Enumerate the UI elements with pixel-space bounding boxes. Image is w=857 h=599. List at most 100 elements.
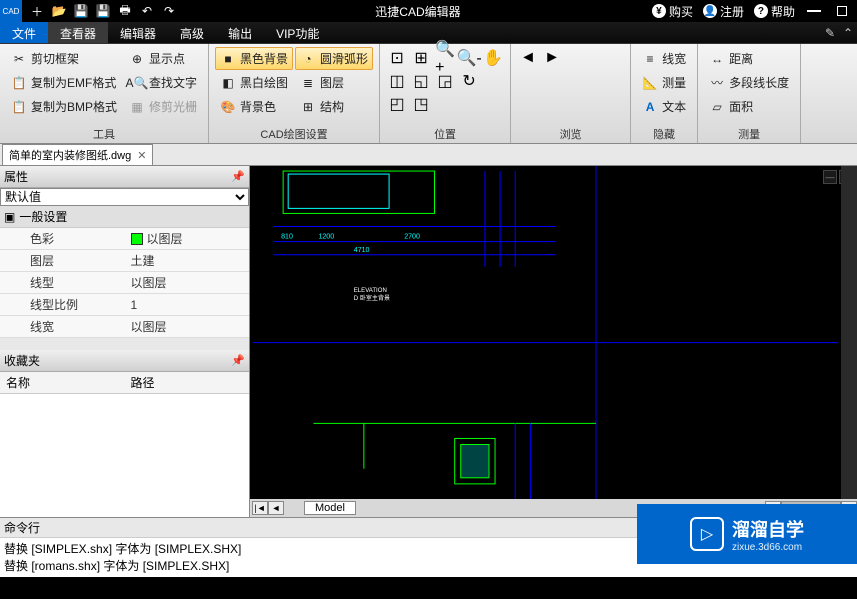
text-button[interactable]: A文本 xyxy=(637,95,691,118)
layers-icon: ≣ xyxy=(300,75,316,91)
bw-icon: ◧ xyxy=(220,75,236,91)
nav3-icon[interactable]: ◲ xyxy=(434,70,456,92)
structure-button[interactable]: ⊞结构 xyxy=(295,95,373,118)
tab-prev-icon[interactable]: ◄ xyxy=(268,501,284,515)
col-name[interactable]: 名称 xyxy=(0,372,125,393)
measure-button[interactable]: 📐测量 xyxy=(637,71,691,94)
zoom-extents-icon[interactable]: ⊞ xyxy=(410,47,432,69)
close-tab-icon[interactable]: ✕ xyxy=(137,149,146,162)
bg-color-button[interactable]: 🎨背景色 xyxy=(215,95,293,118)
selection-combo[interactable]: 默认值 xyxy=(0,188,249,206)
maximize-button[interactable] xyxy=(833,2,851,20)
black-bg-button[interactable]: ■黑色背景 xyxy=(215,47,293,70)
zoom-in-icon[interactable]: 🔍+ xyxy=(434,47,456,69)
ribbon-group-cad: ■黑色背景 ◧黑白绘图 🎨背景色 ◔圆滑弧形 ≣图层 ⊞结构 CAD绘图设置 xyxy=(209,44,380,143)
print-icon[interactable]: 🖶 xyxy=(116,2,134,20)
pin-icon[interactable]: 📌 xyxy=(231,170,245,183)
title-bar: CAD ＋ 📂 💾 💾 🖶 ↶ ↷ 迅捷CAD编辑器 ¥ 购买 👤 注册 ? 帮… xyxy=(0,0,857,22)
side-panel: 属性 📌 默认值 ▣一般设置 色彩以图层 图层土建 线型以图层 线型比例1 线宽… xyxy=(0,166,250,517)
tab-editor[interactable]: 编辑器 xyxy=(108,22,168,43)
prop-row-color[interactable]: 色彩以图层 xyxy=(0,228,249,250)
bw-draw-button[interactable]: ◧黑白绘图 xyxy=(215,71,293,94)
prop-row-linewidth[interactable]: 线宽以图层 xyxy=(0,316,249,338)
svg-text:2700: 2700 xyxy=(404,234,420,241)
nav6-icon[interactable]: ◳ xyxy=(410,93,432,115)
tab-viewer[interactable]: 查看器 xyxy=(48,22,108,43)
area-button[interactable]: ▱面积 xyxy=(704,95,794,118)
favorites-header: 收藏夹 📌 xyxy=(0,350,249,372)
nav2-icon[interactable]: ◱ xyxy=(410,70,432,92)
tab-file[interactable]: 文件 xyxy=(0,22,48,43)
open-icon[interactable]: 📂 xyxy=(50,2,68,20)
clip-frame-button[interactable]: ✂剪切框架 xyxy=(6,47,122,70)
pencil-icon[interactable]: ✎ xyxy=(821,22,839,43)
drawing-canvas[interactable]: — □ 810 1200 2700 4 xyxy=(250,166,857,517)
zoom-window-icon[interactable]: ⊡ xyxy=(386,47,408,69)
prop-row-linetype[interactable]: 线型以图层 xyxy=(0,272,249,294)
browse-next-icon[interactable]: ► xyxy=(541,47,563,69)
play-icon: ▷ xyxy=(690,517,724,551)
favorites-list[interactable] xyxy=(0,394,249,517)
group-label: 测量 xyxy=(704,124,794,142)
property-grid: ▣一般设置 色彩以图层 图层土建 线型以图层 线型比例1 线宽以图层 xyxy=(0,206,249,338)
collapse-ribbon-icon[interactable]: ⌃ xyxy=(839,22,857,43)
scissors-icon: ✂ xyxy=(11,51,27,67)
ribbon-group-hide: ≡线宽 📐测量 A文本 隐藏 xyxy=(631,44,698,143)
pan-icon[interactable]: ✋ xyxy=(482,47,504,69)
minimize-button[interactable] xyxy=(805,2,823,20)
save-all-icon[interactable]: 💾 xyxy=(94,2,112,20)
distance-button[interactable]: ↔距离 xyxy=(704,47,794,70)
save-icon[interactable]: 💾 xyxy=(72,2,90,20)
polyline-length-button[interactable]: 〰多段线长度 xyxy=(704,71,794,94)
copy-bmp-button[interactable]: 📋复制为BMP格式 xyxy=(6,95,122,118)
zoom-out-icon[interactable]: 🔍- xyxy=(458,47,480,69)
document-tab[interactable]: 简单的室内装修图纸.dwg ✕ xyxy=(2,144,153,165)
group-label: CAD绘图设置 xyxy=(215,124,373,142)
linewidth-icon: ≡ xyxy=(642,51,658,67)
tab-vip[interactable]: VIP功能 xyxy=(264,22,331,43)
find-text-button[interactable]: A🔍查找文字 xyxy=(124,71,202,94)
browse-prev-icon[interactable]: ◄ xyxy=(517,47,539,69)
layers-button[interactable]: ≣图层 xyxy=(295,71,373,94)
app-logo-icon: CAD xyxy=(0,0,22,22)
redo-icon[interactable]: ↷ xyxy=(160,2,178,20)
tab-output[interactable]: 输出 xyxy=(216,22,264,43)
document-name: 简单的室内装修图纸.dwg xyxy=(9,147,131,163)
document-tabs: 简单的室内装修图纸.dwg ✕ xyxy=(0,144,857,166)
watermark-badge: ▷ 溜溜自学 zixue.3d66.com xyxy=(637,504,857,564)
ruler-icon: 📐 xyxy=(642,75,658,91)
col-path[interactable]: 路径 xyxy=(125,372,161,393)
cad-drawing[interactable]: 810 1200 2700 4710 ELEVATION D 卧室主背景 xyxy=(250,166,841,499)
category-general[interactable]: ▣一般设置 xyxy=(0,206,249,228)
find-icon: A🔍 xyxy=(129,75,145,91)
help-button[interactable]: ? 帮助 xyxy=(754,3,795,20)
show-point-button[interactable]: ⊕显示点 xyxy=(124,47,202,70)
new-icon[interactable]: ＋ xyxy=(28,2,46,20)
emf-icon: 📋 xyxy=(11,75,27,91)
bmp-icon: 📋 xyxy=(11,99,27,115)
svg-text:ELEVATION: ELEVATION xyxy=(354,288,387,294)
buy-button[interactable]: ¥ 购买 xyxy=(652,3,693,20)
ribbon-group-position: ⊡⊞🔍+🔍-✋ ◫◱◲↻ ◰◳ 位置 xyxy=(380,44,511,143)
svg-text:810: 810 xyxy=(281,234,293,241)
undo-icon[interactable]: ↶ xyxy=(138,2,156,20)
prop-row-layer[interactable]: 图层土建 xyxy=(0,250,249,272)
copy-emf-button[interactable]: 📋复制为EMF格式 xyxy=(6,71,122,94)
properties-header: 属性 📌 xyxy=(0,166,249,188)
register-button[interactable]: 👤 注册 xyxy=(703,3,744,20)
tab-first-icon[interactable]: |◄ xyxy=(252,501,268,515)
nav4-icon[interactable]: ↻ xyxy=(458,70,480,92)
linewidth-button[interactable]: ≡线宽 xyxy=(637,47,691,70)
svg-text:D 卧室主背景: D 卧室主背景 xyxy=(354,294,390,302)
prop-row-linescale[interactable]: 线型比例1 xyxy=(0,294,249,316)
smooth-arc-button[interactable]: ◔圆滑弧形 xyxy=(295,47,373,70)
pin-icon[interactable]: 📌 xyxy=(231,354,245,367)
fix-grid-button[interactable]: ▦修剪光栅 xyxy=(124,95,202,118)
tab-advanced[interactable]: 高级 xyxy=(168,22,216,43)
nav1-icon[interactable]: ◫ xyxy=(386,70,408,92)
ribbon-tabs: 文件 查看器 编辑器 高级 输出 VIP功能 ✎ ⌃ xyxy=(0,22,857,44)
point-icon: ⊕ xyxy=(129,51,145,67)
vertical-scrollbar[interactable] xyxy=(841,166,857,499)
nav5-icon[interactable]: ◰ xyxy=(386,93,408,115)
model-tab[interactable]: Model xyxy=(304,501,356,515)
